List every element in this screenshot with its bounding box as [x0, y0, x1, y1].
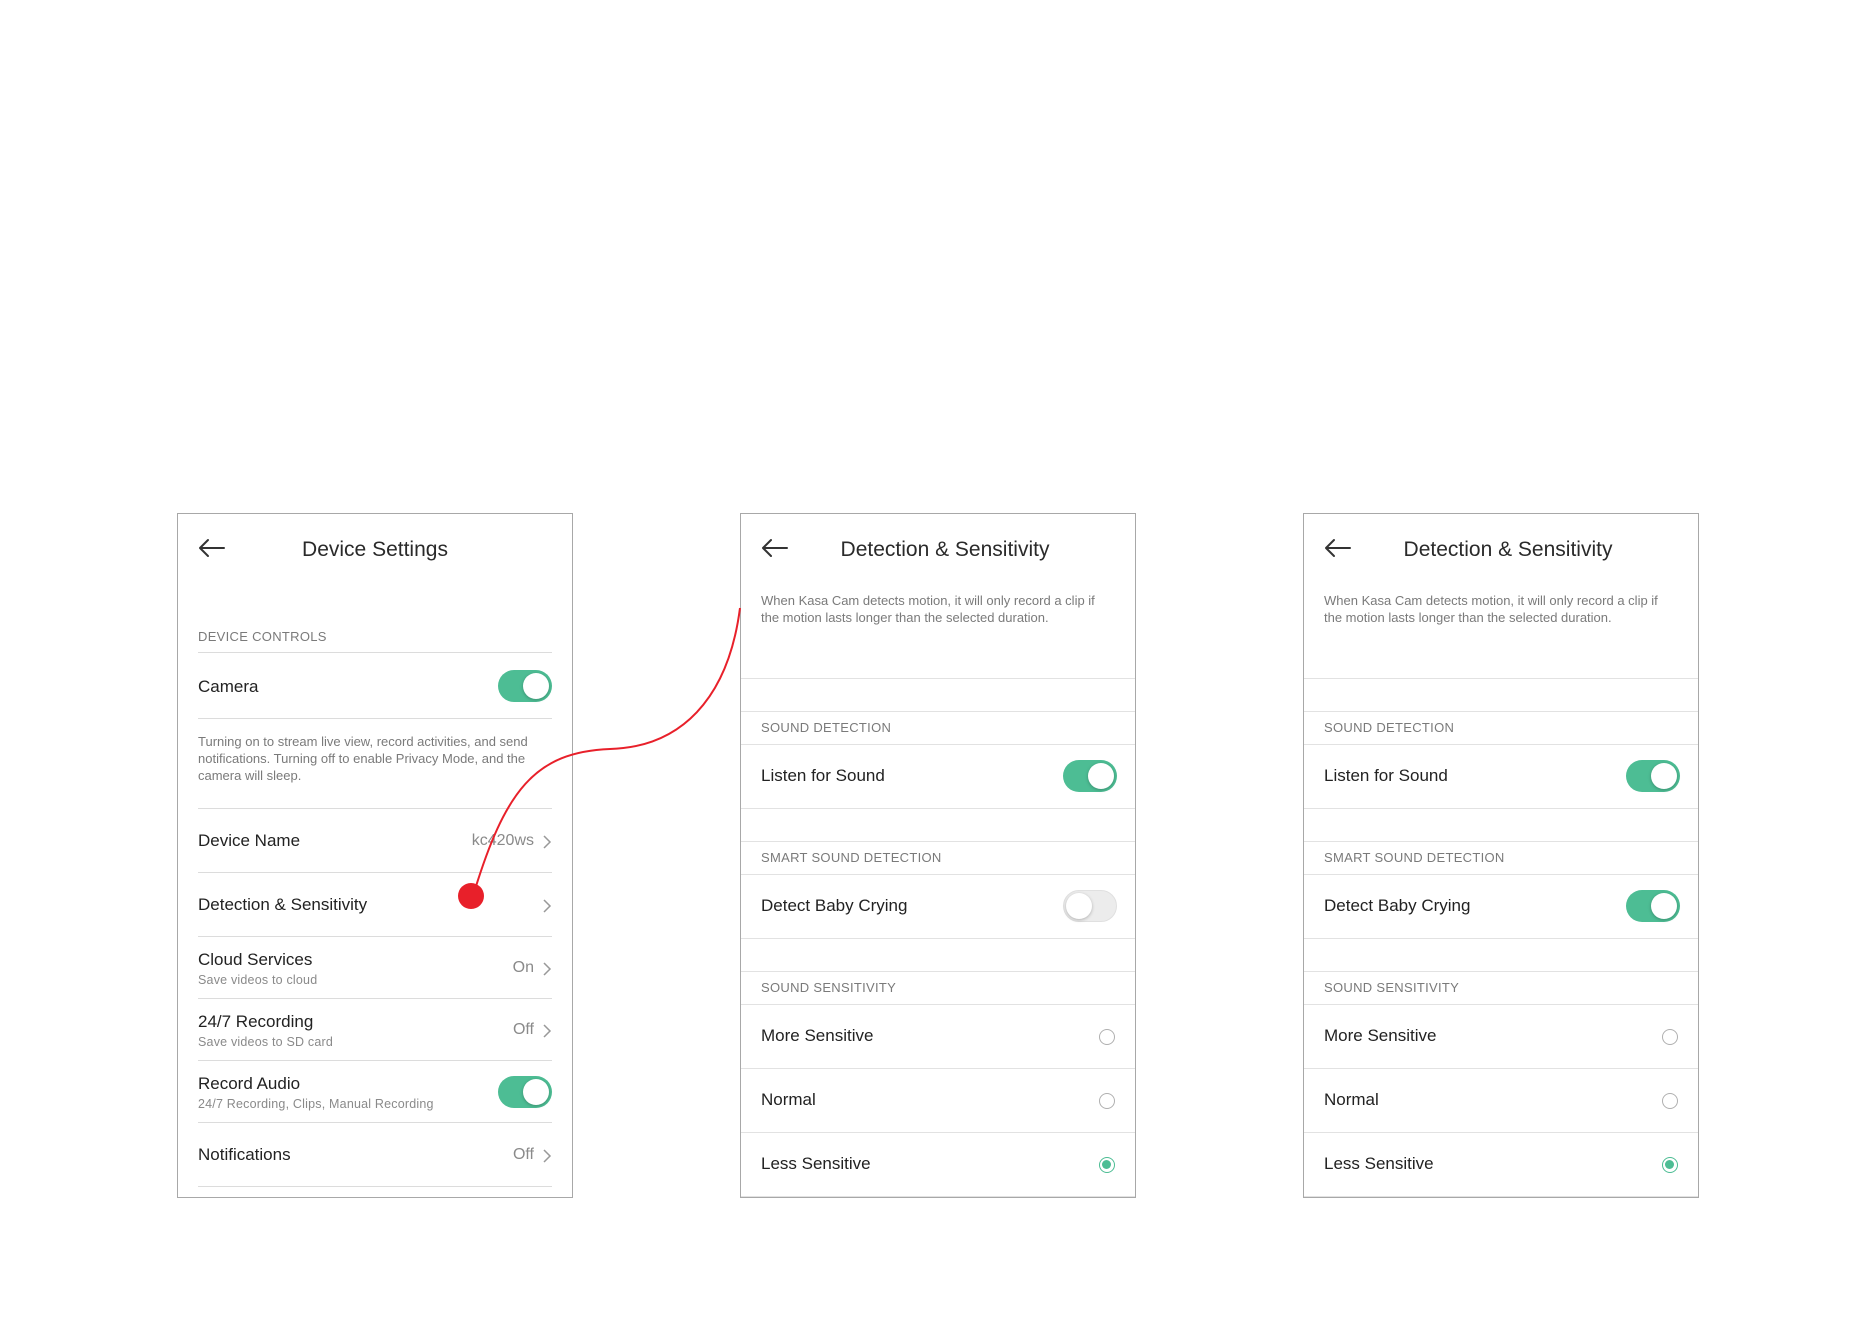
listen-for-sound-row: Listen for Sound [1304, 745, 1698, 809]
option-label: Less Sensitive [1324, 1154, 1434, 1173]
section-label-sound-sensitivity: SOUND SENSITIVITY [741, 971, 1135, 1005]
option-label: Less Sensitive [761, 1154, 871, 1173]
device-name-value: kc420ws [471, 832, 534, 849]
listen-for-sound-label: Listen for Sound [1324, 766, 1448, 785]
page-title: Device Settings [302, 538, 448, 561]
recording-label: 24/7 Recording [198, 1012, 314, 1031]
radio-less-sensitive[interactable] [1099, 1157, 1115, 1173]
cloud-services-row[interactable]: Cloud Services Save videos to cloud On [198, 937, 552, 999]
notifications-value: Off [512, 1146, 534, 1163]
section-label-sound-detection: SOUND DETECTION [741, 711, 1135, 745]
header: Detection & Sensitivity [1304, 514, 1698, 592]
detect-baby-crying-toggle[interactable] [1063, 890, 1117, 922]
option-normal-row[interactable]: Normal [1304, 1069, 1698, 1133]
chevron-right-icon [543, 899, 552, 913]
description-text: When Kasa Cam detects motion, it will on… [761, 593, 1095, 625]
detection-sensitivity-screen-after: Detection & Sensitivity When Kasa Cam de… [1303, 513, 1699, 1198]
device-name-label: Device Name [198, 831, 301, 850]
description-block: When Kasa Cam detects motion, it will on… [741, 592, 1135, 679]
camera-description-row: Turning on to stream live view, record a… [198, 719, 552, 809]
record-audio-toggle[interactable] [498, 1076, 552, 1108]
notifications-label: Notifications [198, 1145, 291, 1164]
chevron-right-icon [543, 835, 552, 849]
camera-toggle[interactable] [498, 670, 552, 702]
page-title: Detection & Sensitivity [1403, 538, 1613, 561]
detection-sensitivity-label: Detection & Sensitivity [198, 895, 368, 914]
detection-sensitivity-row[interactable]: Detection & Sensitivity [198, 873, 552, 937]
header: Detection & Sensitivity [741, 514, 1135, 592]
detect-baby-crying-row: Detect Baby Crying [741, 875, 1135, 939]
option-more-sensitive-row[interactable]: More Sensitive [1304, 1005, 1698, 1069]
chevron-right-icon [543, 962, 552, 976]
option-less-sensitive-row[interactable]: Less Sensitive [741, 1133, 1135, 1197]
camera-label: Camera [198, 677, 259, 696]
detect-baby-crying-row: Detect Baby Crying [1304, 875, 1698, 939]
listen-for-sound-label: Listen for Sound [761, 766, 885, 785]
radio-normal[interactable] [1662, 1093, 1678, 1109]
radio-normal[interactable] [1099, 1093, 1115, 1109]
device-name-row[interactable]: Device Name kc420ws [198, 809, 552, 873]
page-title: Detection & Sensitivity [840, 538, 1050, 561]
option-less-sensitive-row[interactable]: Less Sensitive [1304, 1133, 1698, 1197]
description-text: When Kasa Cam detects motion, it will on… [1324, 593, 1658, 625]
listen-for-sound-row: Listen for Sound [741, 745, 1135, 809]
chevron-right-icon [543, 1024, 552, 1038]
description-block: When Kasa Cam detects motion, it will on… [1304, 592, 1698, 679]
notifications-row[interactable]: Notifications Off [198, 1123, 552, 1187]
recording-row[interactable]: 24/7 Recording Save videos to SD card Of… [198, 999, 552, 1061]
cloud-services-value: On [512, 959, 534, 976]
record-audio-row: Record Audio 24/7 Recording, Clips, Manu… [198, 1061, 552, 1123]
detect-baby-crying-label: Detect Baby Crying [1324, 896, 1471, 915]
option-label: Normal [1324, 1090, 1379, 1109]
listen-for-sound-toggle[interactable] [1063, 760, 1117, 792]
section-label-sound-detection: SOUND DETECTION [1304, 711, 1698, 745]
camera-row: Camera [198, 653, 552, 719]
cloud-services-sub: Save videos to cloud [198, 973, 318, 987]
detection-sensitivity-screen-before: Detection & Sensitivity When Kasa Cam de… [740, 513, 1136, 1198]
device-settings-screen: Device Settings DEVICE CONTROLS Camera T… [177, 513, 573, 1198]
option-more-sensitive-row[interactable]: More Sensitive [741, 1005, 1135, 1069]
chevron-right-icon [543, 1149, 552, 1163]
section-label-smart-sound-detection: SMART SOUND DETECTION [741, 841, 1135, 875]
section-label-sound-sensitivity: SOUND SENSITIVITY [1304, 971, 1698, 1005]
radio-more-sensitive[interactable] [1662, 1029, 1678, 1045]
header: Device Settings [178, 514, 572, 592]
radio-less-sensitive[interactable] [1662, 1157, 1678, 1173]
option-normal-row[interactable]: Normal [741, 1069, 1135, 1133]
detect-baby-crying-label: Detect Baby Crying [761, 896, 908, 915]
section-label-device-controls: DEVICE CONTROLS [198, 622, 552, 653]
camera-description: Turning on to stream live view, record a… [198, 734, 528, 783]
recording-sub: Save videos to SD card [198, 1035, 334, 1049]
option-label: More Sensitive [1324, 1026, 1437, 1045]
record-audio-sub: 24/7 Recording, Clips, Manual Recording [198, 1097, 434, 1111]
radio-more-sensitive[interactable] [1099, 1029, 1115, 1045]
detect-baby-crying-toggle[interactable] [1626, 890, 1680, 922]
section-label-smart-sound-detection: SMART SOUND DETECTION [1304, 841, 1698, 875]
option-label: More Sensitive [761, 1026, 874, 1045]
listen-for-sound-toggle[interactable] [1626, 760, 1680, 792]
option-label: Normal [761, 1090, 816, 1109]
cloud-services-label: Cloud Services [198, 950, 313, 969]
record-audio-label: Record Audio [198, 1074, 301, 1093]
recording-value: Off [512, 1021, 534, 1038]
